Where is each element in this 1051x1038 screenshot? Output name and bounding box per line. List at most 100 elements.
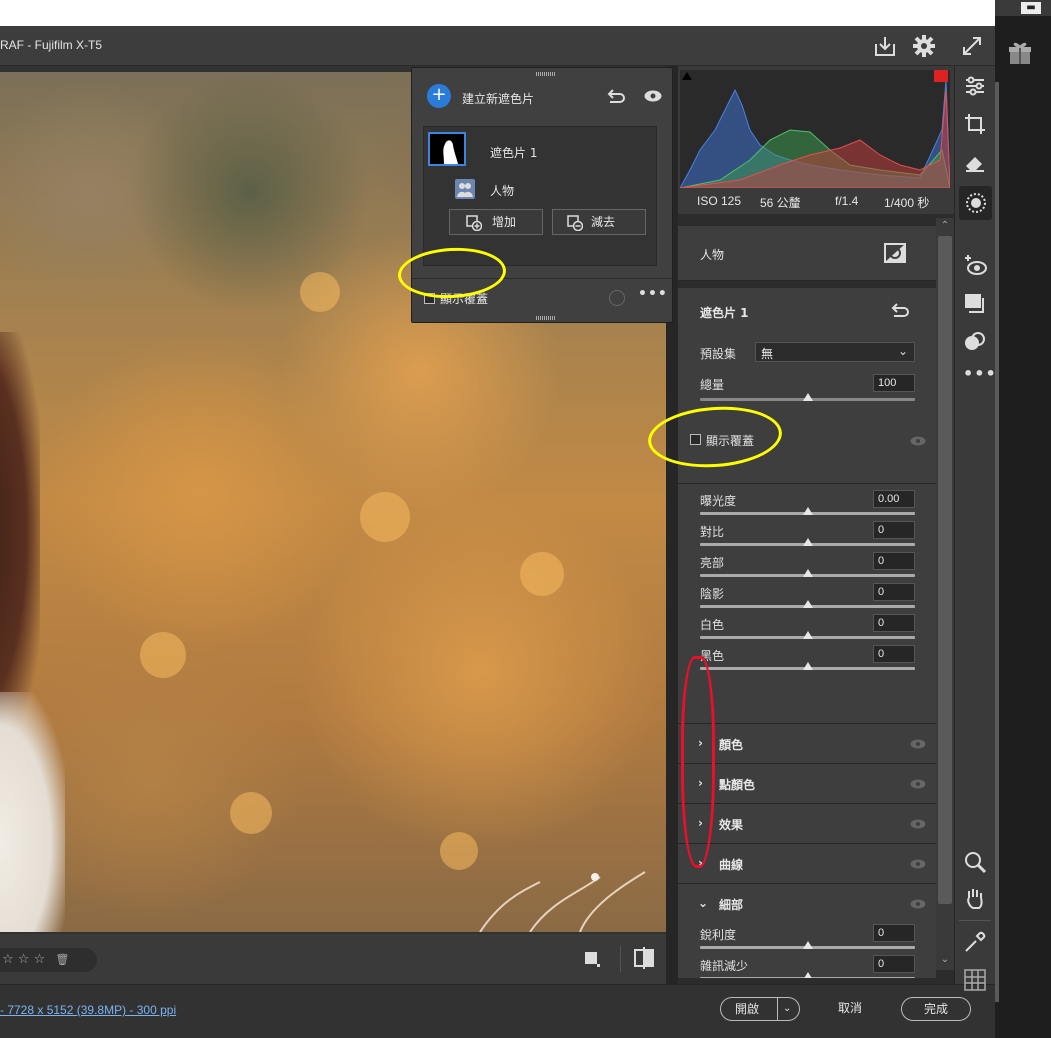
chevron-right-icon[interactable]: › xyxy=(698,736,703,750)
popup-show-overlay-label: 顯示覆蓋 xyxy=(440,292,489,306)
light-row-input[interactable]: 0.00 xyxy=(873,490,915,508)
redeye-icon[interactable] xyxy=(963,254,987,278)
collapsed-section-title[interactable]: 點顏色 xyxy=(719,776,755,793)
reset-icon[interactable] xyxy=(890,302,910,318)
amount-input[interactable]: 100 xyxy=(873,374,915,392)
scrollbar-thumb[interactable] xyxy=(938,236,952,904)
light-row-input[interactable]: 0 xyxy=(873,521,915,539)
eye-icon[interactable] xyxy=(910,819,926,829)
collapsed-section-title[interactable]: 顏色 xyxy=(719,736,743,753)
eye-icon[interactable] xyxy=(910,436,926,446)
shadow-clipping-icon[interactable] xyxy=(682,72,692,80)
popup-resize-handle[interactable] xyxy=(536,316,556,320)
reset-icon[interactable] xyxy=(606,88,626,104)
cancel-button[interactable]: 取消 xyxy=(815,997,885,1021)
snapshot-icon[interactable] xyxy=(963,292,987,316)
frame-icon[interactable] xyxy=(583,950,601,968)
detail-section-title[interactable]: 細部 xyxy=(719,896,743,913)
open-button[interactable]: 開啟 ⌄ xyxy=(720,997,800,1021)
chevron-down-icon[interactable]: ⌄ xyxy=(783,998,791,1020)
light-row-label: 陰影 xyxy=(700,587,725,601)
subtract-mask-icon xyxy=(567,215,583,231)
light-row-input[interactable]: 0 xyxy=(873,552,915,570)
eraser-icon[interactable] xyxy=(963,150,987,174)
more-icon[interactable]: ••• xyxy=(638,286,668,302)
light-row-slider-thumb[interactable] xyxy=(803,569,813,577)
detail-row-input[interactable]: 0 xyxy=(873,955,915,973)
add-button[interactable]: 增加 xyxy=(449,209,543,235)
light-row-input[interactable]: 0 xyxy=(873,645,915,663)
eyedropper-icon[interactable] xyxy=(963,930,987,954)
invert-mask-icon[interactable] xyxy=(884,243,906,263)
collapsed-section[interactable]: › 效果 xyxy=(678,804,936,844)
star-icon[interactable]: ☆ xyxy=(18,952,30,967)
workflow-options-link[interactable]: - 7728 x 5152 (39.8MP) - 300 ppi xyxy=(0,1003,176,1017)
chevron-down-icon[interactable]: ⌄ xyxy=(698,896,708,910)
more-icon[interactable]: ••• xyxy=(963,364,997,383)
gift-icon[interactable] xyxy=(1007,40,1033,66)
hand-icon[interactable] xyxy=(963,886,987,910)
component-name[interactable]: 人物 xyxy=(490,182,514,199)
panel-scrollbar[interactable]: ⌃ ⌄ xyxy=(936,218,954,970)
scroll-up-icon[interactable]: ⌃ xyxy=(939,220,951,232)
eye-icon[interactable] xyxy=(910,739,926,749)
crop-icon[interactable] xyxy=(963,112,987,136)
light-row-slider-thumb[interactable] xyxy=(803,662,813,670)
show-overlay-checkbox[interactable] xyxy=(690,434,701,445)
star-icon[interactable]: ☆ xyxy=(2,952,14,967)
collapsed-section[interactable]: › 點顏色 xyxy=(678,764,936,804)
subtract-button[interactable]: 減去 xyxy=(552,209,646,235)
detail-row-input[interactable]: 0 xyxy=(873,924,915,942)
download-icon[interactable] xyxy=(873,34,897,58)
highlight-clipping-icon[interactable] xyxy=(934,70,948,82)
create-mask-label[interactable]: 建立新遮色片 xyxy=(462,90,534,107)
sliders-icon[interactable] xyxy=(963,74,987,98)
collapsed-section-title[interactable]: 曲線 xyxy=(719,856,743,873)
expand-icon[interactable] xyxy=(960,34,984,58)
mask-icon[interactable] xyxy=(964,191,988,215)
star-icon[interactable]: ☆ xyxy=(34,952,46,967)
light-row-slider-thumb[interactable] xyxy=(803,600,813,608)
aperture-value: f/1.4 xyxy=(835,194,859,208)
eye-icon[interactable] xyxy=(910,859,926,869)
done-button[interactable]: 完成 xyxy=(901,997,971,1021)
amount-slider-thumb[interactable] xyxy=(803,393,813,401)
mask-name[interactable]: 遮色片 1 xyxy=(490,144,537,161)
light-row-slider-thumb[interactable] xyxy=(803,538,813,546)
light-row-input[interactable]: 0 xyxy=(873,614,915,632)
trash-icon[interactable]: 🗑 xyxy=(55,953,69,966)
popup-drag-handle[interactable] xyxy=(536,72,556,76)
collapsed-section[interactable]: › 顏色 xyxy=(678,724,936,764)
component-section: 人物 xyxy=(678,226,936,281)
overlay-color-swatch[interactable] xyxy=(609,290,625,306)
detail-row-slider-thumb[interactable] xyxy=(803,941,813,949)
minimize-button[interactable]: ▬ xyxy=(1021,2,1041,14)
create-mask-button[interactable]: + xyxy=(427,84,451,108)
histogram: ISO 125 56 公釐 f/1.4 1/400 秒 xyxy=(678,66,954,214)
light-row-input[interactable]: 0 xyxy=(873,583,915,601)
light-row-slider-thumb[interactable] xyxy=(803,507,813,515)
popup-show-overlay-checkbox[interactable] xyxy=(424,293,435,304)
eye-icon[interactable] xyxy=(910,899,926,909)
rating-stars[interactable]: ☆ ☆ ☆ 🗑 xyxy=(0,948,97,972)
chevron-right-icon[interactable]: › xyxy=(698,816,703,830)
light-row-slider-thumb[interactable] xyxy=(803,631,813,639)
compare-icon[interactable] xyxy=(633,947,655,969)
mask-tool-active[interactable] xyxy=(959,186,992,220)
collapsed-section[interactable]: › 曲線 xyxy=(678,844,936,884)
chevron-right-icon[interactable]: › xyxy=(698,856,703,870)
detail-row-label: 雜訊減少 xyxy=(700,959,749,973)
chevron-right-icon[interactable]: › xyxy=(698,776,703,790)
mask-thumbnail[interactable] xyxy=(428,132,466,166)
host-window-controls: ▬ xyxy=(995,0,1051,16)
zoom-icon[interactable] xyxy=(963,850,987,874)
grid-icon[interactable] xyxy=(963,968,987,992)
collapsed-section-title[interactable]: 效果 xyxy=(719,816,743,833)
eye-icon[interactable] xyxy=(644,90,662,102)
detail-row-slider-thumb[interactable] xyxy=(803,972,813,978)
presets-icon[interactable] xyxy=(963,330,987,354)
preset-dropdown[interactable]: 無 ⌄ xyxy=(755,342,915,362)
eye-icon[interactable] xyxy=(910,779,926,789)
gear-icon[interactable] xyxy=(912,34,936,58)
scroll-down-icon[interactable]: ⌄ xyxy=(939,954,951,966)
